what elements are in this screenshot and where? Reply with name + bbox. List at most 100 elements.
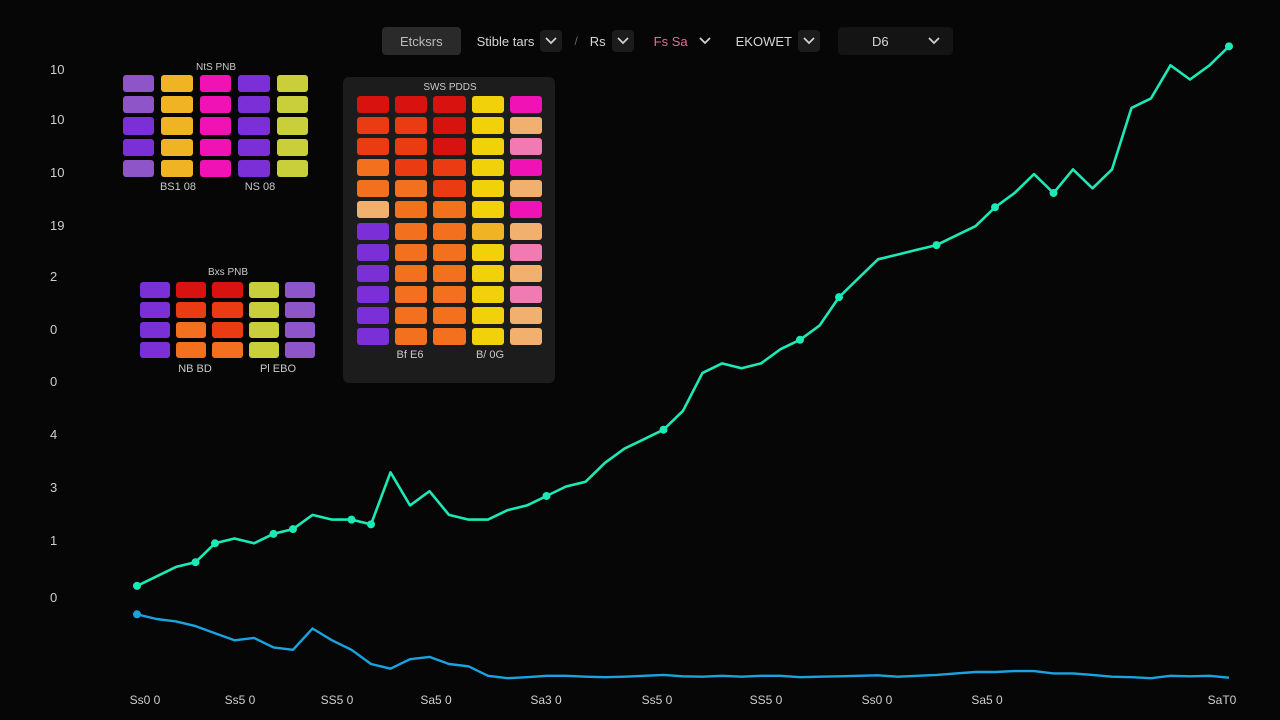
heatmap-cell: [433, 285, 466, 303]
heatmap-cell: [212, 322, 243, 338]
heatmap-cell: [433, 264, 466, 282]
heatmap-cell: [212, 302, 243, 318]
heatmap-cell: [433, 201, 466, 219]
heatmap-cell: [471, 285, 504, 303]
heatmap-cell: [357, 327, 390, 345]
heatmap-cell: [276, 96, 308, 114]
heatmap-cell: [248, 342, 279, 358]
heatmap-cell: [123, 75, 155, 93]
heatmap-cell: [509, 96, 542, 114]
heatmap-cell: [199, 159, 232, 177]
heatmap-cell: [284, 282, 315, 298]
data-point[interactable]: [133, 581, 141, 590]
heatmap-large-center: SWS PDDS Bf E6 B/ 0G: [357, 82, 542, 361]
heatmap-cell: [123, 159, 155, 177]
heatmap-cell: [276, 75, 308, 93]
data-point[interactable]: [796, 335, 804, 344]
data-point[interactable]: [659, 425, 668, 434]
heatmap-title: Bxs PNB: [207, 267, 249, 278]
heatmap-cell: [161, 96, 193, 114]
heatmap-cell: [276, 117, 308, 135]
heatmap-footer-right: NS 08: [244, 181, 276, 193]
heatmap-cell: [199, 75, 232, 93]
heatmap-cell: [471, 96, 504, 114]
heatmap-cell: [284, 342, 315, 358]
heatmap-cell: [276, 159, 308, 177]
heatmap-cell: [509, 243, 542, 261]
heatmap-cell: [433, 222, 466, 240]
heatmap-cell: [238, 138, 270, 156]
heatmap-cell: [140, 322, 171, 338]
heatmap-cell: [284, 322, 315, 338]
data-point[interactable]: [211, 539, 219, 548]
heatmap-cell: [395, 285, 428, 303]
heatmap-cell: [395, 222, 428, 240]
heatmap-cell: [212, 282, 243, 298]
heatmap-cell: [123, 96, 155, 114]
heatmap-cell: [248, 302, 279, 318]
heatmap-cell: [161, 117, 193, 135]
heatmap-cell: [248, 282, 279, 298]
heatmap-cell: [238, 159, 270, 177]
heatmap-cell: [123, 138, 155, 156]
heatmap-cell: [176, 342, 207, 358]
data-point[interactable]: [1225, 42, 1233, 51]
heatmap-cell: [176, 322, 207, 338]
heatmap-cell: [284, 302, 315, 318]
heatmap-cell: [238, 75, 270, 93]
heatmap-cell: [161, 138, 193, 156]
data-point[interactable]: [1049, 189, 1058, 198]
data-point[interactable]: [542, 491, 551, 500]
heatmap-cell: [395, 180, 428, 198]
heatmap-cell: [357, 243, 390, 261]
heatmap-cell: [199, 117, 232, 135]
heatmap-cell: [509, 159, 542, 177]
heatmap-cell: [509, 117, 542, 135]
heatmap-cell: [357, 201, 390, 219]
heatmap-cell: [140, 282, 171, 298]
data-point[interactable]: [289, 525, 297, 534]
heatmap-cell: [395, 117, 428, 135]
heatmap-footer-left: NB BD: [178, 363, 212, 375]
heatmap-cell: [433, 180, 466, 198]
heatmap-cell: [357, 159, 390, 177]
heatmap-footer-right: Pl EBO: [259, 363, 297, 375]
data-point[interactable]: [367, 520, 375, 529]
heatmap-cell: [433, 327, 466, 345]
heatmap-title: SWS PDDS: [423, 82, 477, 93]
heatmap-cell: [199, 138, 232, 156]
heatmap-cell: [357, 117, 390, 135]
heatmap-cell: [471, 243, 504, 261]
heatmap-cell: [357, 285, 390, 303]
heatmap-cell: [395, 243, 428, 261]
heatmap-cell: [509, 201, 542, 219]
data-point[interactable]: [269, 529, 278, 538]
heatmap-cell: [161, 75, 193, 93]
heatmap-cell: [509, 138, 542, 156]
heatmap-cell: [395, 96, 428, 114]
heatmap-footer-left: BS1 08: [159, 181, 197, 193]
heatmap-cell: [509, 222, 542, 240]
heatmap-cell: [395, 306, 428, 324]
heatmap-cell: [395, 327, 428, 345]
data-point[interactable]: [191, 558, 200, 567]
heatmap-cell: [433, 159, 466, 177]
data-point[interactable]: [133, 610, 141, 619]
data-point[interactable]: [347, 515, 356, 524]
heatmap-cell: [161, 159, 193, 177]
heatmap-cell: [140, 342, 171, 358]
heatmap-cell: [433, 117, 466, 135]
heatmap-cell: [509, 327, 542, 345]
heatmap-cell: [357, 96, 390, 114]
heatmap-cell: [357, 264, 390, 282]
heatmap-cell: [471, 117, 504, 135]
data-point[interactable]: [835, 293, 843, 302]
data-point[interactable]: [932, 241, 941, 250]
heatmap-small-bottom: Bxs PNB NB BD Pl EBO: [140, 267, 315, 375]
heatmap-cell: [471, 201, 504, 219]
heatmap-cell: [357, 306, 390, 324]
heatmap-cell: [357, 222, 390, 240]
data-point[interactable]: [991, 203, 999, 212]
heatmap-cell: [248, 322, 279, 338]
heatmap-cell: [509, 306, 542, 324]
